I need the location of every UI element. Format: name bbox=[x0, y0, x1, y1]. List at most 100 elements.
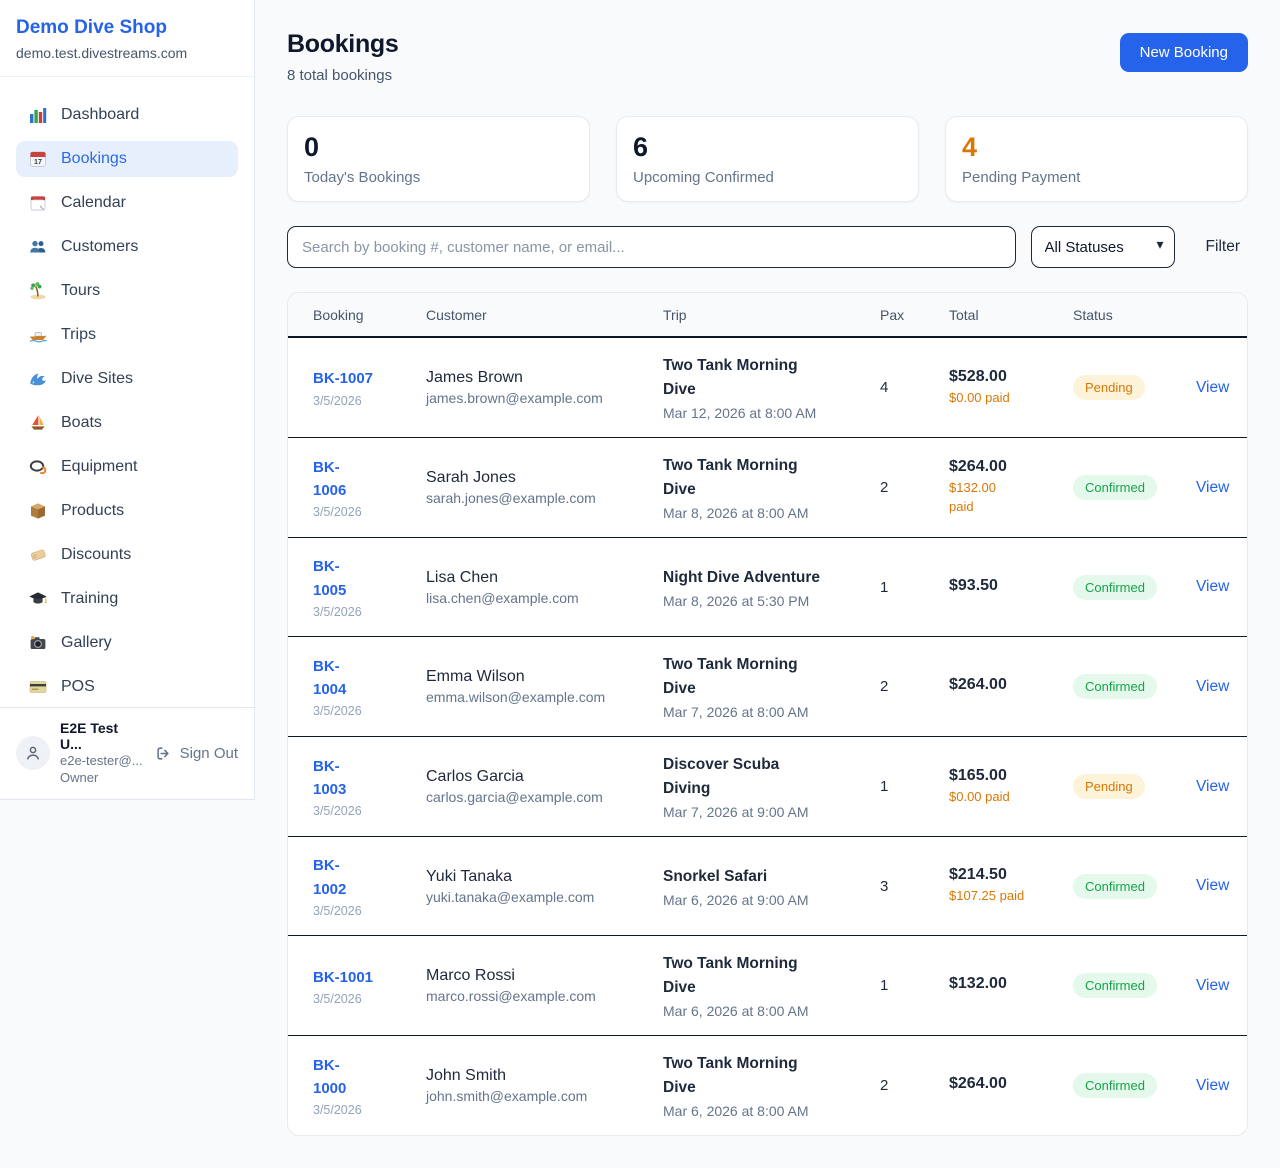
trip-name: Discover Scuba Diving bbox=[663, 753, 880, 801]
customer-cell: Sarah Jones sarah.jones@example.com bbox=[426, 469, 663, 506]
view-link[interactable]: View bbox=[1196, 1077, 1229, 1095]
booking-id-link[interactable]: BK- 1003 bbox=[313, 755, 346, 802]
total-cell: $264.00 bbox=[949, 676, 1073, 697]
sidebar-item-training[interactable]: Training bbox=[16, 581, 238, 617]
brand-name: Demo Dive Shop bbox=[16, 17, 238, 39]
status-badge: Pending bbox=[1073, 375, 1145, 400]
column-header-pax: Pax bbox=[880, 307, 949, 323]
sidebar-item-label: Equipment bbox=[61, 458, 138, 476]
stat-label: Today's Bookings bbox=[304, 169, 573, 186]
view-link[interactable]: View bbox=[1196, 778, 1229, 796]
sidebar-item-calendar[interactable]: Calendar bbox=[16, 185, 238, 221]
filter-button[interactable]: Filter bbox=[1206, 238, 1240, 256]
view-link[interactable]: View bbox=[1196, 578, 1229, 596]
search-input[interactable] bbox=[287, 226, 1016, 268]
stat-value: 4 bbox=[962, 133, 1231, 163]
stat-card-todays-bookings: 0 Today's Bookings bbox=[287, 116, 590, 202]
sidebar-item-trips[interactable]: Trips bbox=[16, 317, 238, 353]
customer-email: john.smith@example.com bbox=[426, 1088, 663, 1104]
total-cell: $264.00 $132.00 paid bbox=[949, 458, 1073, 517]
booking-id-link[interactable]: BK-1001 bbox=[313, 966, 373, 989]
speedboat-icon bbox=[28, 325, 48, 345]
paid-value: $0.00 paid bbox=[949, 788, 1073, 807]
total-cell: $264.00 bbox=[949, 1075, 1073, 1096]
table-header-row: Booking Customer Trip Pax Total Status bbox=[288, 293, 1247, 338]
pax-value: 2 bbox=[880, 1077, 949, 1094]
sidebar-item-pos[interactable]: POS bbox=[16, 669, 238, 705]
status-cell: Confirmed bbox=[1073, 874, 1196, 899]
view-link[interactable]: View bbox=[1196, 678, 1229, 696]
status-badge: Confirmed bbox=[1073, 973, 1157, 998]
sidebar-item-gallery[interactable]: Gallery bbox=[16, 625, 238, 661]
sidebar-item-bookings[interactable]: 17 Bookings bbox=[16, 141, 238, 177]
customer-cell: Lisa Chen lisa.chen@example.com bbox=[426, 569, 663, 606]
sidebar-item-boats[interactable]: Boats bbox=[16, 405, 238, 441]
trip-cell: Two Tank Morning Dive Mar 12, 2026 at 8:… bbox=[663, 354, 880, 421]
status-cell: Pending bbox=[1073, 375, 1196, 400]
booking-id-link[interactable]: BK- 1006 bbox=[313, 456, 346, 503]
sidebar-item-tours[interactable]: Tours bbox=[16, 273, 238, 309]
pax-value: 4 bbox=[880, 379, 949, 396]
view-link[interactable]: View bbox=[1196, 877, 1229, 895]
stat-value: 0 bbox=[304, 133, 573, 163]
sidebar-item-label: Calendar bbox=[61, 194, 126, 212]
page-header: Bookings 8 total bookings New Booking bbox=[287, 30, 1248, 84]
booking-id-link[interactable]: BK- 1005 bbox=[313, 555, 346, 602]
status-select[interactable]: All Statuses bbox=[1031, 226, 1175, 268]
column-header-total: Total bbox=[949, 307, 1073, 323]
customer-cell: John Smith john.smith@example.com bbox=[426, 1067, 663, 1104]
status-badge: Confirmed bbox=[1073, 475, 1157, 500]
booking-id-link[interactable]: BK-1007 bbox=[313, 367, 373, 390]
sidebar-item-equipment[interactable]: Equipment bbox=[16, 449, 238, 485]
main-content: Bookings 8 total bookings New Booking 0 … bbox=[255, 0, 1280, 1168]
customer-name: Lisa Chen bbox=[426, 569, 663, 587]
status-select-wrap: All Statuses bbox=[1031, 226, 1175, 268]
view-link[interactable]: View bbox=[1196, 379, 1229, 397]
booking-id-link[interactable]: BK- 1000 bbox=[313, 1054, 346, 1101]
sidebar-item-label: Dive Sites bbox=[61, 370, 133, 388]
trip-date: Mar 7, 2026 at 8:00 AM bbox=[663, 704, 880, 720]
total-cell: $528.00 $0.00 paid bbox=[949, 368, 1073, 408]
svg-text:17: 17 bbox=[34, 157, 42, 166]
booking-id-link[interactable]: BK- 1004 bbox=[313, 655, 346, 702]
avatar bbox=[16, 736, 50, 770]
sidebar-item-label: Boats bbox=[61, 414, 102, 432]
pax-value: 1 bbox=[880, 778, 949, 795]
sidebar-item-dashboard[interactable]: Dashboard bbox=[16, 97, 238, 133]
booking-cell: BK- 1002 3/5/2026 bbox=[313, 854, 426, 918]
view-link[interactable]: View bbox=[1196, 479, 1229, 497]
sidebar-item-discounts[interactable]: Discounts bbox=[16, 537, 238, 573]
customer-email: marco.rossi@example.com bbox=[426, 988, 663, 1004]
user-email: e2e-tester@... bbox=[60, 752, 144, 770]
sidebar-item-customers[interactable]: Customers bbox=[16, 229, 238, 265]
new-booking-button[interactable]: New Booking bbox=[1120, 33, 1248, 72]
sign-out-icon bbox=[154, 744, 173, 763]
booking-id-link[interactable]: BK- 1002 bbox=[313, 854, 346, 901]
booking-date: 3/5/2026 bbox=[313, 704, 426, 718]
sign-out-button[interactable]: Sign Out bbox=[154, 744, 238, 763]
status-badge: Confirmed bbox=[1073, 575, 1157, 600]
sidebar-item-dive-sites[interactable]: Dive Sites bbox=[16, 361, 238, 397]
trip-name: Two Tank Morning Dive bbox=[663, 653, 880, 701]
view-link[interactable]: View bbox=[1196, 977, 1229, 995]
stat-label: Upcoming Confirmed bbox=[633, 169, 902, 186]
people-icon bbox=[28, 237, 48, 257]
page-title: Bookings bbox=[287, 30, 399, 59]
total-cell: $132.00 bbox=[949, 975, 1073, 996]
booking-date: 3/5/2026 bbox=[313, 904, 426, 918]
sidebar-item-label: Customers bbox=[61, 238, 138, 256]
sidebar-item-label: Discounts bbox=[61, 546, 131, 564]
camera-icon bbox=[28, 633, 48, 653]
brand[interactable]: Demo Dive Shop demo.test.divestreams.com bbox=[0, 0, 254, 77]
booking-cell: BK- 1000 3/5/2026 bbox=[313, 1054, 426, 1118]
sidebar-item-label: Training bbox=[61, 590, 118, 608]
sidebar-item-products[interactable]: Products bbox=[16, 493, 238, 529]
booking-date: 3/5/2026 bbox=[313, 992, 426, 1006]
booking-row: BK- 1004 3/5/2026 Emma Wilson emma.wilso… bbox=[288, 637, 1247, 737]
customer-name: James Brown bbox=[426, 369, 663, 387]
booking-date: 3/5/2026 bbox=[313, 804, 426, 818]
booking-cell: BK- 1004 3/5/2026 bbox=[313, 655, 426, 719]
booking-cell: BK-1007 3/5/2026 bbox=[313, 367, 426, 407]
sidebar-item-label: Gallery bbox=[61, 634, 112, 652]
sidebar-item-label: Bookings bbox=[61, 150, 127, 168]
